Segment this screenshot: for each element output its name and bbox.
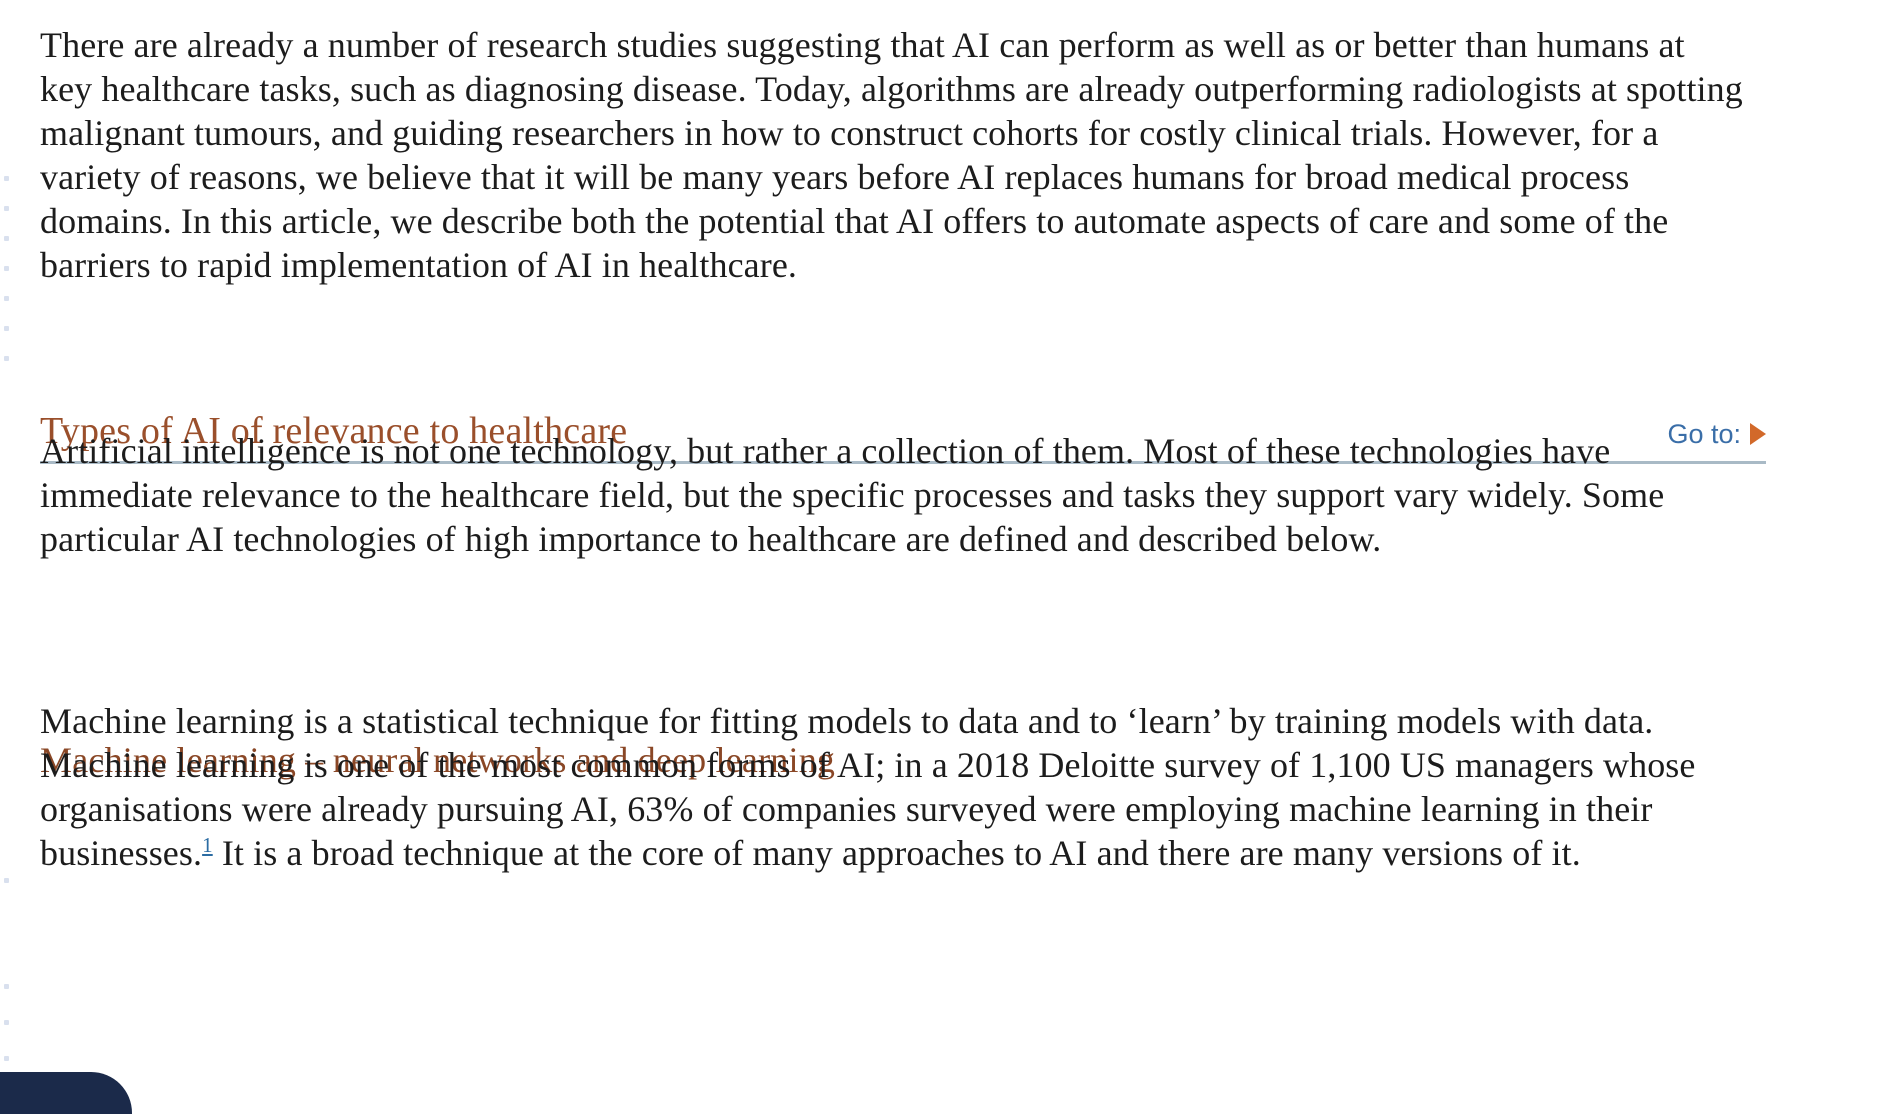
article-page: There are already a number of research s…: [0, 0, 1890, 1114]
machine-learning-paragraph: Machine learning is a statistical techni…: [40, 700, 1750, 876]
gutter-marker: [4, 236, 9, 241]
gutter-marker: [4, 878, 9, 883]
gutter-marker: [4, 176, 9, 181]
intro-paragraph: There are already a number of research s…: [40, 25, 1743, 285]
gutter-marker: [4, 296, 9, 301]
gutter-marker: [4, 326, 9, 331]
ml-text-part-2: It is a broad technique at the core of m…: [212, 832, 1581, 873]
types-intro-paragraph: Artificial intelligence is not one techn…: [40, 431, 1665, 559]
floating-help-widget[interactable]: [0, 1072, 132, 1114]
footnote-reference[interactable]: 1: [202, 833, 213, 857]
gutter-marker: [4, 1020, 9, 1025]
gutter-marker: [4, 356, 9, 361]
gutter-marker: [4, 266, 9, 271]
left-gutter: [0, 0, 22, 1114]
gutter-marker: [4, 1056, 9, 1061]
right-margin: [1772, 0, 1890, 1114]
triangle-right-icon: [1750, 423, 1766, 446]
gutter-marker: [4, 984, 9, 989]
footnote-link-1[interactable]: 1: [202, 833, 213, 857]
gutter-marker: [4, 206, 9, 211]
